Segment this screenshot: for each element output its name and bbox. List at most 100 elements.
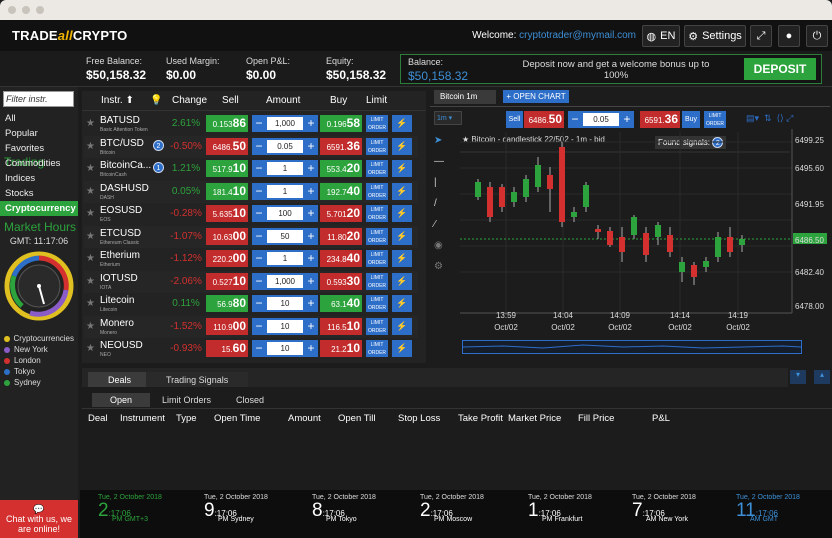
minus-button[interactable]: − — [252, 205, 266, 222]
minimize-window-dot[interactable] — [22, 6, 30, 14]
trade-signal-icon[interactable]: ⚡ — [392, 182, 412, 200]
found-signals[interactable]: Found signals: 2 — [655, 136, 727, 149]
pointer-icon[interactable]: ➤ — [434, 135, 454, 156]
instrument-row[interactable]: ★ NEOUSD NEO -0.93% 15.60−10 +21.210 LIMIT ORDE… — [84, 338, 418, 360]
amount-input[interactable]: 1 — [267, 162, 303, 175]
limit-order-button[interactable]: LIMIT ORDER — [366, 227, 388, 245]
amount-stepper[interactable]: −10 + — [252, 317, 318, 335]
sell-price-button[interactable]: 10.6300 — [206, 227, 248, 245]
tab-deals[interactable]: Deals — [88, 372, 152, 387]
chart-sell-price[interactable]: 6486.50 — [524, 111, 564, 128]
buy-price-button[interactable]: 11.8020 — [320, 227, 362, 245]
trade-signal-icon[interactable]: ⚡ — [392, 250, 412, 267]
sell-price-button[interactable]: 6486.50 — [206, 137, 248, 155]
timeframe-select[interactable]: 1m ▾ — [434, 111, 462, 125]
chart-navigator[interactable] — [462, 340, 802, 354]
buy-price-button[interactable]: 63.140 — [320, 295, 362, 312]
amount-stepper[interactable]: −1,000 + — [252, 115, 318, 132]
limit-order-button[interactable]: LIMIT ORDER — [366, 115, 388, 132]
tab-closed[interactable]: Closed — [218, 393, 282, 407]
instrument-row[interactable]: ★ Monero Monero -1.52% 110.900−10 +116.510 LIM… — [84, 315, 418, 338]
chart-sell-label[interactable]: Sell — [506, 111, 523, 128]
chart-amount-stepper[interactable]: −0.05 + — [568, 111, 634, 128]
tab-limit-orders[interactable]: Limit Orders — [144, 393, 229, 407]
minus-button[interactable]: − — [252, 115, 266, 132]
instrument-name[interactable]: ETCUSD — [100, 228, 168, 239]
vertical-line-icon[interactable]: | — [434, 177, 454, 198]
amount-stepper[interactable]: −10 + — [252, 340, 318, 357]
amount-input[interactable]: 10 — [267, 319, 303, 333]
amount-stepper[interactable]: −100 + — [252, 205, 318, 222]
buy-price-button[interactable]: 553.420 — [320, 160, 362, 177]
favorite-star-icon[interactable]: ★ — [86, 208, 95, 219]
favorite-star-icon[interactable]: ★ — [86, 276, 95, 287]
trend-line-icon[interactable]: / — [434, 198, 454, 219]
minus-button[interactable]: − — [252, 340, 266, 357]
plus-button[interactable]: + — [304, 228, 318, 245]
tab-trading-signals[interactable]: Trading Signals — [146, 372, 249, 387]
sell-price-button[interactable]: 15.60 — [206, 340, 248, 357]
gear-small-icon[interactable]: ⚙ — [434, 261, 454, 282]
sell-price-button[interactable]: 0.15386 — [206, 115, 248, 132]
instrument-name[interactable]: EOSUSD — [100, 205, 168, 216]
column-header[interactable]: Amount — [288, 413, 321, 424]
favorite-star-icon[interactable]: ★ — [86, 118, 95, 129]
amount-input[interactable]: 1,000 — [267, 117, 303, 130]
sell-price-button[interactable]: 56.980 — [206, 295, 248, 312]
trade-signal-icon[interactable]: ⚡ — [392, 227, 412, 245]
favorite-star-icon[interactable]: ★ — [86, 343, 95, 354]
limit-order-button[interactable]: LIMIT ORDER — [366, 205, 388, 222]
instrument-name[interactable]: NEOUSD — [100, 340, 168, 351]
buy-price-button[interactable]: 6591.36 — [320, 137, 362, 155]
favorite-star-icon[interactable]: ★ — [86, 321, 95, 332]
trade-signal-icon[interactable]: ⚡ — [392, 160, 412, 177]
expand-up-button[interactable]: ▴ — [814, 370, 830, 384]
buy-price-button[interactable]: 21.210 — [320, 340, 362, 357]
user-email[interactable]: cryptotrader@mymail.com — [519, 30, 636, 41]
limit-order-button[interactable]: LIMIT ORDER — [366, 340, 388, 357]
open-chart-button[interactable]: + OPEN CHART — [503, 90, 569, 103]
deposit-button[interactable]: DEPOSIT — [744, 58, 816, 80]
category-item[interactable]: Indices — [0, 171, 78, 186]
buy-price-button[interactable]: 5.70120 — [320, 205, 362, 222]
amount-input[interactable]: 10 — [267, 297, 303, 310]
sell-price-button[interactable]: 517.910 — [206, 160, 248, 177]
amount-stepper[interactable]: −1 + — [252, 182, 318, 200]
trade-signal-icon[interactable]: ⚡ — [392, 295, 412, 312]
column-header[interactable]: Type — [176, 413, 197, 424]
tab-open[interactable]: Open — [92, 393, 151, 407]
chart-buy-label[interactable]: Buy — [682, 111, 700, 128]
category-item[interactable]: All — [0, 111, 78, 126]
instrument-name[interactable]: BATUSD — [100, 115, 168, 126]
zoom-window-dot[interactable] — [36, 6, 44, 14]
column-header[interactable]: Deal — [88, 413, 108, 424]
chart-tools[interactable]: ▤▾ ⇅ ⟨⟩ ⤢ — [746, 113, 793, 124]
column-header[interactable]: Instrument — [120, 413, 165, 424]
trade-signal-icon[interactable]: ⚡ — [392, 272, 412, 290]
column-header[interactable]: Fill Price — [578, 413, 614, 424]
filter-input[interactable]: Filter instr. — [3, 91, 74, 107]
trade-signal-icon[interactable]: ⚡ — [392, 137, 412, 155]
plus-button[interactable]: + — [304, 295, 318, 312]
instrument-name[interactable]: IOTUSD — [100, 273, 168, 284]
user-button[interactable]: ● — [778, 25, 800, 47]
amount-input[interactable]: 0.05 — [267, 139, 303, 153]
minus-button[interactable]: − — [252, 273, 266, 290]
instrument-row[interactable]: ★ IOTUSD IOTA -2.06% 0.52710−1,000 +0.59330 LI… — [84, 270, 418, 293]
sell-price-button[interactable]: 220.200 — [206, 250, 248, 267]
chart-tab[interactable]: Bitcoin 1m — [434, 90, 496, 104]
amount-input[interactable]: 1 — [267, 252, 303, 265]
minus-button[interactable]: − — [252, 138, 266, 155]
limit-order-button[interactable]: LIMIT ORDER — [366, 295, 388, 312]
amount-stepper[interactable]: −1,000 + — [252, 272, 318, 290]
amount-input[interactable]: 50 — [267, 229, 303, 243]
column-header[interactable]: P&L — [652, 413, 670, 424]
amount-input[interactable]: 1,000 — [267, 274, 303, 288]
minus-button[interactable]: − — [252, 250, 266, 267]
sell-price-button[interactable]: 181.410 — [206, 182, 248, 200]
horizontal-line-icon[interactable]: — — [434, 156, 454, 177]
instrument-name[interactable]: Litecoin — [100, 295, 168, 306]
instrument-row[interactable]: ★ EOSUSD EOS -0.28% 5.63510−100 +5.70120 LIMIT… — [84, 203, 418, 225]
lightbulb-icon[interactable]: 💡 — [150, 95, 162, 106]
logout-button[interactable]: ⏻ — [806, 25, 828, 47]
